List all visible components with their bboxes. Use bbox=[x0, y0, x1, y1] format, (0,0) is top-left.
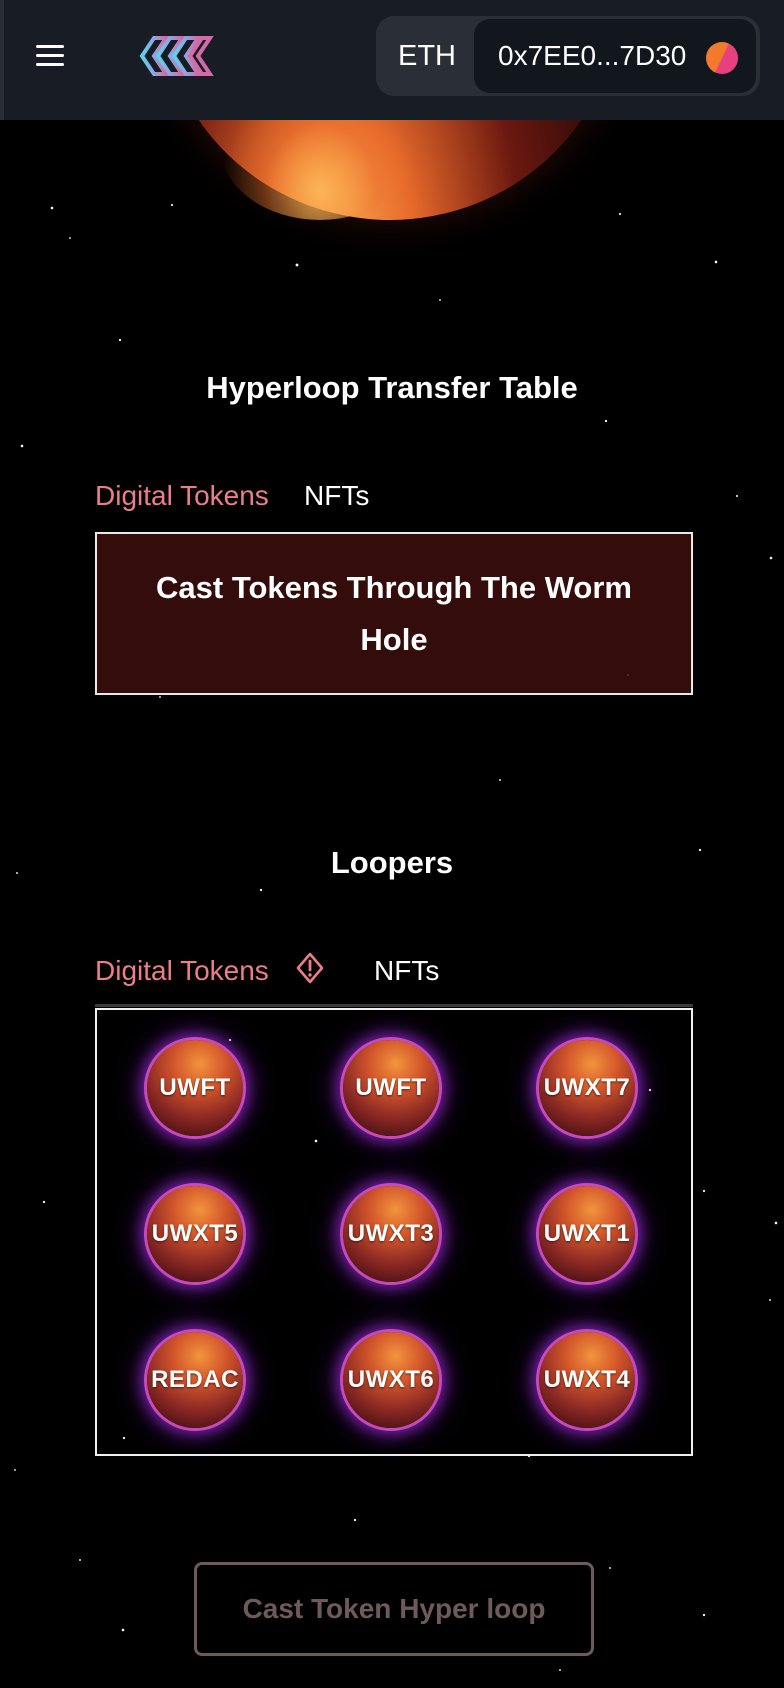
token-item[interactable]: UWXT6 bbox=[343, 1332, 439, 1428]
hyperloop-logo-icon[interactable] bbox=[138, 32, 214, 80]
token-label: UWFT bbox=[355, 1074, 427, 1101]
tab-digital-tokens[interactable]: Digital Tokens bbox=[95, 480, 269, 512]
loopers-section-title: Loopers bbox=[330, 845, 454, 880]
token-label: UWXT7 bbox=[543, 1074, 631, 1101]
transfer-section-title: Hyperloop Transfer Table bbox=[206, 370, 578, 405]
token-label: UWXT6 bbox=[347, 1366, 435, 1393]
token-item[interactable]: UWXT4 bbox=[539, 1332, 635, 1428]
account-button[interactable]: 0x7EE0...7D30 bbox=[474, 19, 756, 93]
network-button[interactable]: ETH bbox=[398, 16, 456, 96]
token-grid: UWFT UWFT UWXT7 UWXT5 UWXT3 UWXT1 REDAC … bbox=[95, 1008, 693, 1456]
tab-nfts[interactable]: NFTs bbox=[304, 480, 369, 512]
transfer-instruction: Cast Tokens Through The Worm Hole bbox=[156, 569, 632, 657]
token-item[interactable]: UWFT bbox=[343, 1040, 439, 1136]
space-background: ETH 0x7EE0...7D30 Hyperloop Transfer Tab… bbox=[0, 0, 784, 1688]
wallet-widget: ETH 0x7EE0...7D30 bbox=[376, 16, 760, 96]
tab-nfts[interactable]: NFTs bbox=[374, 955, 439, 987]
avatar bbox=[706, 42, 738, 74]
hamburger-menu-icon[interactable] bbox=[30, 38, 70, 74]
token-item[interactable]: UWXT3 bbox=[343, 1186, 439, 1282]
token-label: REDAC bbox=[151, 1366, 239, 1393]
token-label: UWFT bbox=[159, 1074, 231, 1101]
token-label: UWXT1 bbox=[543, 1220, 631, 1247]
warning-diamond-icon[interactable] bbox=[295, 951, 325, 985]
tabs-divider bbox=[95, 1004, 693, 1007]
token-label: UWXT3 bbox=[347, 1220, 435, 1247]
token-item[interactable]: UWXT1 bbox=[539, 1186, 635, 1282]
token-label: UWXT5 bbox=[151, 1220, 239, 1247]
wallet-address: 0x7EE0...7D30 bbox=[498, 40, 687, 71]
token-item[interactable]: UWXT7 bbox=[539, 1040, 635, 1136]
token-label: UWXT4 bbox=[543, 1366, 631, 1393]
token-item[interactable]: UWXT5 bbox=[147, 1186, 243, 1282]
token-item[interactable]: UWFT bbox=[147, 1040, 243, 1136]
cast-token-button[interactable]: Cast Token Hyper loop bbox=[194, 1562, 594, 1656]
transfer-drop-zone[interactable]: Cast Tokens Through The Worm Hole bbox=[95, 532, 693, 695]
app-header: ETH 0x7EE0...7D30 bbox=[0, 0, 784, 120]
tab-digital-tokens[interactable]: Digital Tokens bbox=[95, 955, 269, 987]
token-item[interactable]: REDAC bbox=[147, 1332, 243, 1428]
